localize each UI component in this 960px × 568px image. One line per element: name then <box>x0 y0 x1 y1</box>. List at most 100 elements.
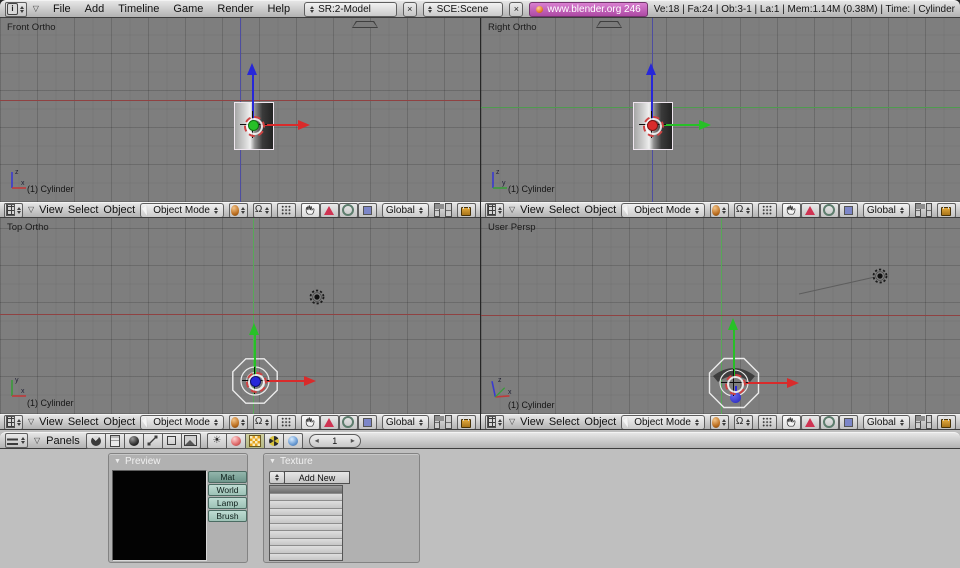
draw-type-button[interactable] <box>229 415 248 430</box>
menu-object[interactable]: Object <box>584 204 616 216</box>
menu-object[interactable]: Object <box>584 416 616 428</box>
collapse-triangle-icon[interactable]: ▼ <box>114 458 121 465</box>
panels-menu[interactable]: Panels <box>46 435 80 447</box>
manipulator-hand-button[interactable] <box>782 415 801 430</box>
viewport-front-canvas[interactable]: Front Ortho z x (1) Cylinder <box>0 18 480 202</box>
y-arrow-shaft[interactable] <box>661 124 699 126</box>
scene-close-button[interactable]: × <box>509 2 523 17</box>
texture-slot[interactable] <box>270 539 342 547</box>
layer-buttons-group-2[interactable] <box>445 415 452 429</box>
texture-slot[interactable] <box>270 494 342 502</box>
layer-buttons-group-2[interactable] <box>445 203 452 217</box>
scale-manipulator-button[interactable] <box>358 415 377 430</box>
material-buttons-button[interactable] <box>226 433 246 449</box>
scene-selector[interactable]: SCE:Scene <box>423 2 504 17</box>
texture-buttons-button[interactable] <box>245 433 265 449</box>
menu-add[interactable]: Add <box>85 3 105 15</box>
editor-type-button[interactable] <box>4 415 23 430</box>
y-arrow-head[interactable] <box>728 318 738 330</box>
rotate-manipulator-button[interactable] <box>339 203 358 218</box>
chevron-down-icon[interactable]: ▽ <box>33 5 39 13</box>
frame-number-field[interactable]: ◂ 1 ▸ <box>309 434 361 448</box>
lamp-buttons-button[interactable]: ☀ <box>207 433 227 449</box>
script-context-button[interactable] <box>105 433 125 449</box>
snap-button[interactable] <box>758 415 777 430</box>
3d-cursor[interactable] <box>725 374 746 395</box>
draw-type-button[interactable] <box>710 415 729 430</box>
texture-slot[interactable] <box>270 554 342 561</box>
layer-buttons-group-1[interactable] <box>915 203 921 217</box>
menu-select[interactable]: Select <box>549 204 580 216</box>
manipulator-center-dot[interactable] <box>647 120 658 131</box>
orientation-dropdown[interactable]: Global <box>382 415 429 430</box>
pivot-button[interactable]: Ω <box>253 415 272 430</box>
mode-dropdown[interactable]: Object Mode <box>621 415 705 430</box>
collapse-triangle-icon[interactable]: ▼ <box>269 458 276 465</box>
layer-buttons-group-2[interactable] <box>926 415 932 429</box>
x-arrow-shaft[interactable] <box>264 380 304 382</box>
menu-object[interactable]: Object <box>103 204 135 216</box>
chevron-down-icon[interactable]: ▽ <box>509 418 515 426</box>
lock-button[interactable] <box>937 203 956 218</box>
x-arrow-shaft[interactable] <box>743 382 787 384</box>
x-arrow-head[interactable] <box>787 378 799 388</box>
preview-panel-header[interactable]: ▼ Preview <box>109 454 247 468</box>
layer-buttons-group-1[interactable] <box>434 415 441 429</box>
editor-type-button[interactable] <box>4 203 23 218</box>
x-arrow-head[interactable] <box>298 120 310 130</box>
increment-arrow-icon[interactable]: ▸ <box>351 436 355 445</box>
editor-type-button[interactable]: i <box>5 2 27 17</box>
preview-mat-button[interactable]: Mat <box>208 471 247 483</box>
texture-browse-dropdown[interactable] <box>269 471 285 484</box>
menu-render[interactable]: Render <box>217 3 253 15</box>
snap-button[interactable] <box>758 203 777 218</box>
texture-slot[interactable] <box>270 546 342 554</box>
editing-context-button[interactable] <box>143 433 163 449</box>
manipulator-hand-button[interactable] <box>301 203 320 218</box>
preview-brush-button[interactable]: Brush <box>208 510 247 522</box>
texture-slot[interactable] <box>270 501 342 509</box>
rotate-manipulator-button[interactable] <box>820 203 839 218</box>
preview-lamp-button[interactable]: Lamp <box>208 497 247 509</box>
menu-game[interactable]: Game <box>173 3 203 15</box>
lamp-object[interactable] <box>871 267 889 285</box>
pivot-button[interactable]: Ω <box>734 203 753 218</box>
y-arrow-head[interactable] <box>249 323 259 335</box>
editor-type-button[interactable] <box>485 415 504 430</box>
texture-slot[interactable] <box>270 509 342 517</box>
translate-manipulator-button[interactable] <box>320 415 339 430</box>
layer-buttons-group-1[interactable] <box>915 415 921 429</box>
object-context-button[interactable] <box>162 433 182 449</box>
menu-object[interactable]: Object <box>103 416 135 428</box>
menu-timeline[interactable]: Timeline <box>118 3 159 15</box>
lock-button[interactable] <box>457 203 476 218</box>
menu-file[interactable]: File <box>53 3 71 15</box>
viewport-user-canvas[interactable]: User Persp <box>481 218 960 414</box>
rotate-manipulator-button[interactable] <box>820 415 839 430</box>
x-arrow-shaft[interactable] <box>262 124 298 126</box>
scale-manipulator-button[interactable] <box>839 415 858 430</box>
manipulator-center-dot[interactable] <box>250 376 261 387</box>
chevron-down-icon[interactable]: ▽ <box>34 437 40 445</box>
scale-manipulator-button[interactable] <box>358 203 377 218</box>
snap-button[interactable] <box>277 203 296 218</box>
scene-context-button[interactable] <box>181 433 201 449</box>
manipulator-hand-button[interactable] <box>301 415 320 430</box>
rotate-manipulator-button[interactable] <box>339 415 358 430</box>
menu-view[interactable]: View <box>39 204 63 216</box>
editor-type-button[interactable] <box>485 203 504 218</box>
chevron-down-icon[interactable]: ▽ <box>28 418 34 426</box>
pivot-button[interactable]: Ω <box>253 203 272 218</box>
menu-help[interactable]: Help <box>267 3 290 15</box>
layer-buttons-group-1[interactable] <box>434 203 441 217</box>
menu-select[interactable]: Select <box>68 204 99 216</box>
chevron-down-icon[interactable]: ▽ <box>509 206 515 214</box>
texture-slot[interactable] <box>270 486 342 494</box>
lock-button[interactable] <box>457 415 476 430</box>
snap-button[interactable] <box>277 415 296 430</box>
manipulator-center-dot[interactable] <box>248 120 259 131</box>
lock-button[interactable] <box>937 415 956 430</box>
mode-dropdown[interactable]: Object Mode <box>140 415 224 430</box>
editor-type-button[interactable] <box>5 433 28 448</box>
menu-view[interactable]: View <box>520 204 544 216</box>
